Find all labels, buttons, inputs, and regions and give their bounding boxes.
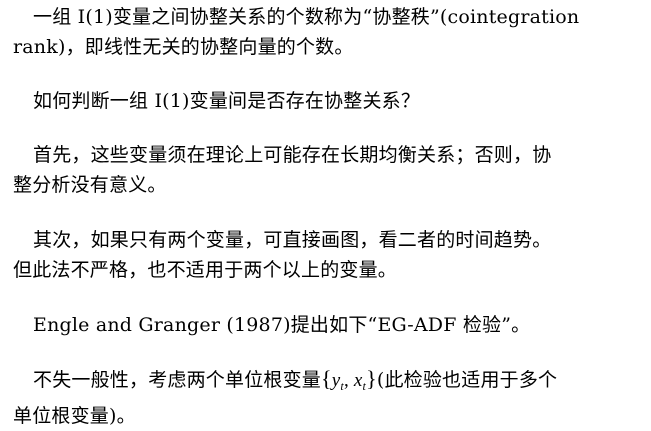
math-comma: , [343, 370, 354, 391]
text-line: 如何判断一组 I(1)变量间是否存在协整关系？ [33, 90, 421, 112]
paragraph-eg-adf: Engle and Granger (1987)提出如下“EG-ADF 检验”。 [13, 310, 643, 340]
math-open-brace: { [321, 366, 332, 391]
text-segment: 不失一般性，考虑两个单位根变量 [33, 369, 322, 391]
text-line: 单位根变量)。 [13, 405, 136, 427]
text-line: 一组 I(1)变量之间协整关系的个数称为“协整秩”(cointegration [33, 6, 580, 28]
text-line: Engle and Granger (1987)提出如下“EG-ADF 检验”。 [33, 314, 531, 336]
text-line: 整分析没有意义。 [13, 174, 167, 196]
text-line: 不失一般性，考虑两个单位根变量{yt, xt}(此检验也适用于多个 [13, 364, 643, 401]
document-page: 一组 I(1)变量之间协整关系的个数称为“协整秩”(cointegration … [0, 0, 651, 427]
paragraph-question: 如何判断一组 I(1)变量间是否存在协整关系？ [13, 86, 643, 116]
paragraph-cointegration-rank: 一组 I(1)变量之间协整关系的个数称为“协整秩”(cointegration … [13, 2, 643, 62]
text-segment: (此检验也适用于多个 [376, 369, 558, 391]
math-var-x: x [353, 370, 363, 391]
text-line: 其次，如果只有两个变量，可直接画图，看二者的时间趋势。 [33, 229, 552, 251]
text-line: rank)，即线性无关的协整向量的个数。 [13, 36, 354, 58]
math-close-brace: } [366, 366, 377, 391]
text-line: 但此法不严格，也不适用于两个以上的变量。 [13, 259, 398, 281]
paragraph-generality: 不失一般性，考虑两个单位根变量{yt, xt}(此检验也适用于多个 单位根变量)… [13, 364, 643, 431]
math-expression: {yt, xt} [321, 366, 377, 393]
paragraph-second: 其次，如果只有两个变量，可直接画图，看二者的时间趋势。 但此法不严格，也不适用于… [13, 225, 643, 285]
text-line: 首先，这些变量须在理论上可能存在长期均衡关系；否则，协 [33, 144, 552, 166]
paragraph-first: 首先，这些变量须在理论上可能存在长期均衡关系；否则，协 整分析没有意义。 [13, 140, 643, 200]
